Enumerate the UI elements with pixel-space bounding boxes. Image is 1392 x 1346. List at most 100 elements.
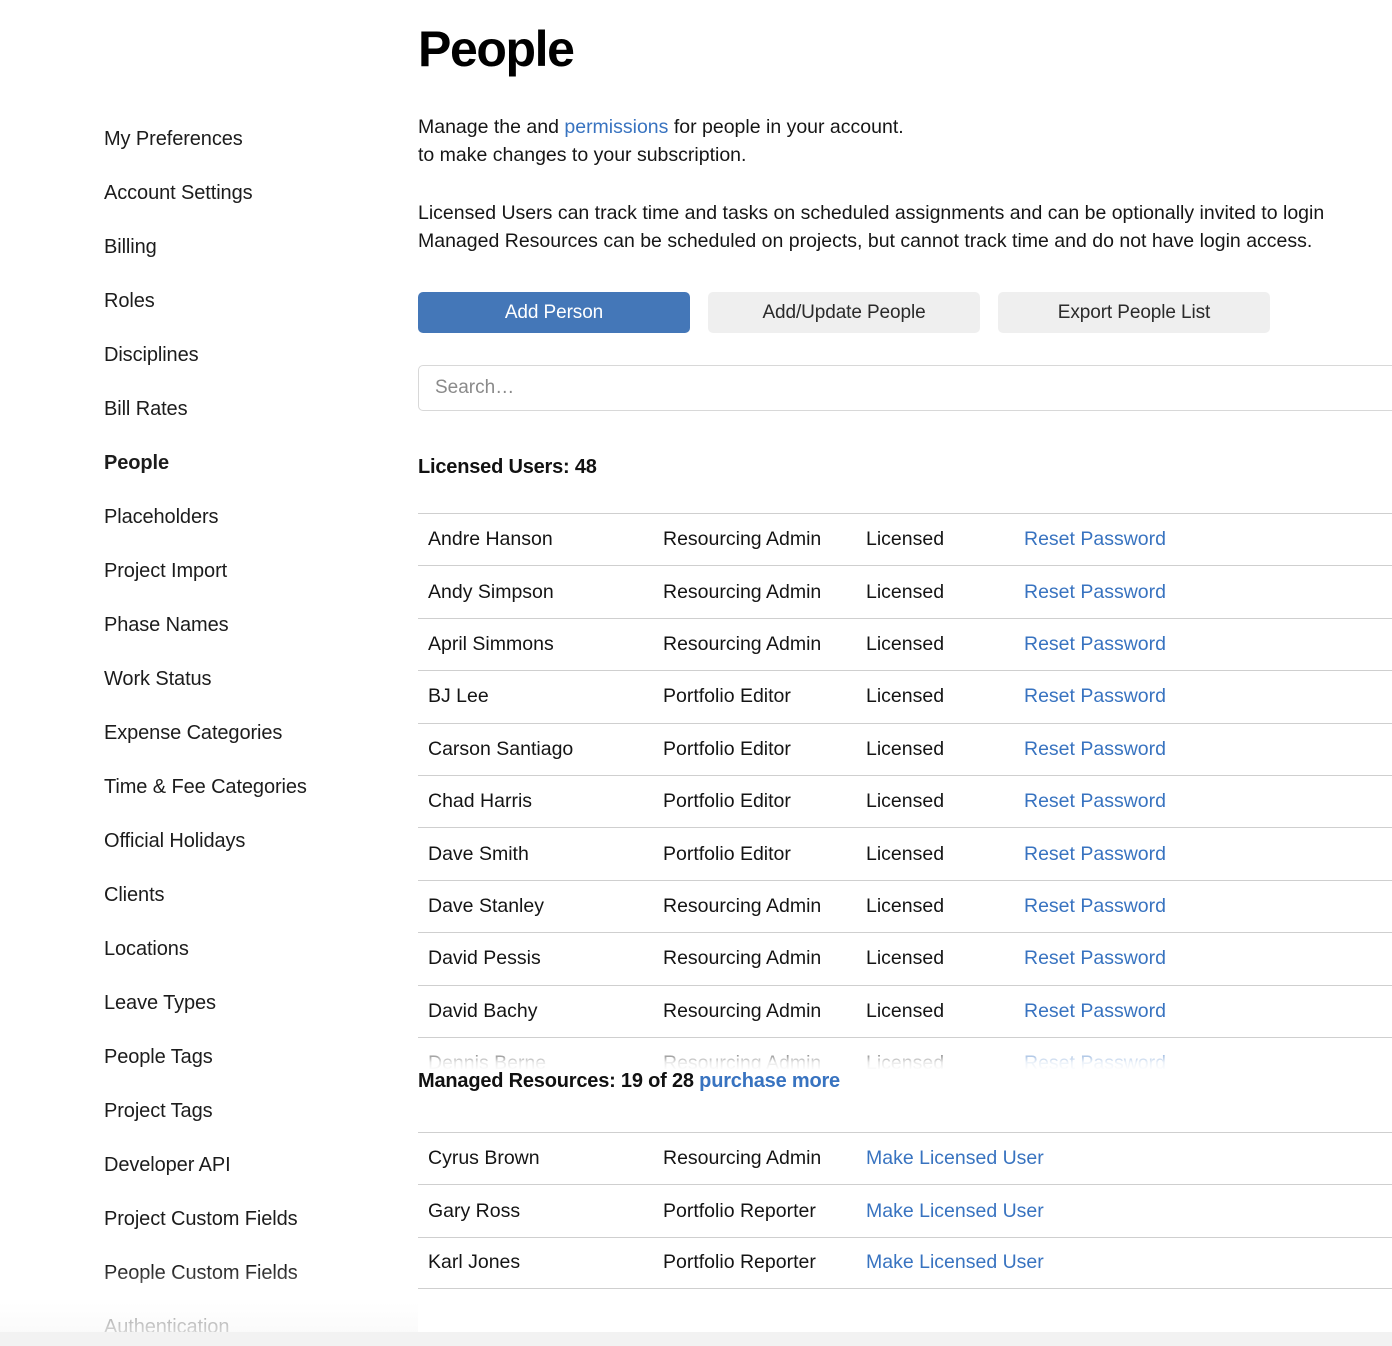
sidebar-item-phase-names[interactable]: Phase Names	[0, 598, 418, 652]
sidebar-item-label: Project Custom Fields	[104, 1208, 298, 1230]
sidebar-item-people-tags[interactable]: People Tags	[0, 1030, 418, 1084]
sidebar-item-clients[interactable]: Clients	[0, 868, 418, 922]
sidebar-item-project-custom-fields[interactable]: Project Custom Fields	[0, 1192, 418, 1246]
sidebar-item-label: Expense Categories	[104, 722, 282, 744]
sidebar-item-bill-rates[interactable]: Bill Rates	[0, 382, 418, 436]
sidebar-item-label: Time & Fee Categories	[104, 776, 307, 798]
make-licensed-user-link[interactable]: Make Licensed User	[866, 1200, 1044, 1222]
row-action-cell: Reset Password	[1024, 738, 1166, 761]
sidebar-item-official-holidays[interactable]: Official Holidays	[0, 814, 418, 868]
sidebar-item-label: Work Status	[104, 668, 211, 690]
reset-password-link[interactable]: Reset Password	[1024, 895, 1166, 917]
sidebar-nav-list: My Preferences Account Settings Billing Rol…	[0, 112, 418, 1346]
sidebar-item-disciplines[interactable]: Disciplines	[0, 328, 418, 382]
managed-resources-heading: Managed Resources: 19 of 28 purchase mor…	[418, 1070, 1392, 1093]
reset-password-link[interactable]: Reset Password	[1024, 633, 1166, 655]
person-name: Cyrus Brown	[428, 1147, 663, 1170]
licensed-users-table: Andre HansonResourcing AdminLicensedRese…	[418, 513, 1392, 1070]
person-name: Dennis Berne	[428, 1052, 663, 1070]
row-action-cell: Reset Password	[1024, 685, 1166, 708]
sidebar-item-project-import[interactable]: Project Import	[0, 544, 418, 598]
sidebar-item-billing[interactable]: Billing	[0, 220, 418, 274]
person-license-status: Licensed	[866, 633, 1024, 656]
managed-resources-row-list: Cyrus BrownResourcing AdminMake Licensed…	[418, 1132, 1392, 1289]
sidebar-item-my-preferences[interactable]: My Preferences	[0, 112, 418, 166]
table-row: Andy SimpsonResourcing AdminLicensedRese…	[418, 565, 1392, 617]
reset-password-link[interactable]: Reset Password	[1024, 843, 1166, 865]
reset-password-link[interactable]: Reset Password	[1024, 790, 1166, 812]
intro-line-4: Managed Resources can be scheduled on pr…	[418, 227, 1392, 255]
reset-password-link[interactable]: Reset Password	[1024, 581, 1166, 603]
permissions-link[interactable]: permissions	[564, 116, 668, 138]
person-name: BJ Lee	[428, 685, 663, 708]
person-role: Resourcing Admin	[663, 895, 866, 918]
sidebar-item-people-custom-fields[interactable]: People Custom Fields	[0, 1246, 418, 1300]
person-role: Portfolio Editor	[663, 790, 866, 813]
intro-paragraph-2: Licensed Users can track time and tasks …	[418, 199, 1392, 255]
sidebar-item-label: My Preferences	[104, 128, 243, 150]
managed-resources-heading-text: Managed Resources: 19 of 28	[418, 1070, 699, 1092]
person-license-status: Licensed	[866, 685, 1024, 708]
action-button-row: Add Person Add/Update People Export Peop…	[418, 292, 1392, 333]
sidebar-item-time-fee-categories[interactable]: Time & Fee Categories	[0, 760, 418, 814]
sidebar-item-locations[interactable]: Locations	[0, 922, 418, 976]
main-content: People Manage the and permissions for pe…	[418, 0, 1392, 1346]
reset-password-link[interactable]: Reset Password	[1024, 947, 1166, 969]
add-update-people-button[interactable]: Add/Update People	[708, 292, 980, 333]
row-action-cell: Reset Password	[1024, 790, 1166, 813]
export-people-list-button[interactable]: Export People List	[998, 292, 1270, 333]
reset-password-link[interactable]: Reset Password	[1024, 738, 1166, 760]
settings-sidebar: My Preferences Account Settings Billing Rol…	[0, 0, 418, 1346]
person-role: Portfolio Editor	[663, 738, 866, 761]
sidebar-item-account-settings[interactable]: Account Settings	[0, 166, 418, 220]
sidebar-item-label: Project Import	[104, 560, 227, 582]
make-licensed-user-link[interactable]: Make Licensed User	[866, 1147, 1044, 1169]
make-licensed-user-link[interactable]: Make Licensed User	[866, 1251, 1044, 1273]
sidebar-item-label: Account Settings	[104, 182, 253, 204]
row-action-cell: Reset Password	[1024, 528, 1166, 551]
person-name: Carson Santiago	[428, 738, 663, 761]
reset-password-link[interactable]: Reset Password	[1024, 1052, 1166, 1070]
reset-password-link[interactable]: Reset Password	[1024, 685, 1166, 707]
licensed-users-heading: Licensed Users: 48	[418, 456, 1392, 479]
intro-line-3: Licensed Users can track time and tasks …	[418, 199, 1392, 227]
page-title: People	[418, 0, 1392, 80]
table-row: Andre HansonResourcing AdminLicensedRese…	[418, 513, 1392, 565]
sidebar-item-placeholders[interactable]: Placeholders	[0, 490, 418, 544]
add-person-button[interactable]: Add Person	[418, 292, 690, 333]
table-row: Chad HarrisPortfolio EditorLicensedReset…	[418, 775, 1392, 827]
person-license-status: Licensed	[866, 1052, 1024, 1070]
sidebar-item-label: Placeholders	[104, 506, 218, 528]
sidebar-item-project-tags[interactable]: Project Tags	[0, 1084, 418, 1138]
reset-password-link[interactable]: Reset Password	[1024, 1000, 1166, 1022]
person-license-status: Licensed	[866, 895, 1024, 918]
sidebar-item-label: People Tags	[104, 1046, 213, 1068]
sidebar-item-work-status[interactable]: Work Status	[0, 652, 418, 706]
sidebar-item-label: Disciplines	[104, 344, 199, 366]
person-role: Resourcing Admin	[663, 528, 866, 551]
person-license-status: Licensed	[866, 843, 1024, 866]
people-settings-page: My Preferences Account Settings Billing Rol…	[0, 0, 1392, 1346]
sidebar-item-developer-api[interactable]: Developer API	[0, 1138, 418, 1192]
sidebar-item-label: Bill Rates	[104, 398, 187, 420]
person-license-status: Licensed	[866, 581, 1024, 604]
purchase-more-link[interactable]: purchase more	[699, 1070, 840, 1092]
table-row: David BachyResourcing AdminLicensedReset…	[418, 985, 1392, 1037]
intro-line-1: Manage the and permissions for people in…	[418, 113, 1392, 141]
person-license-status: Licensed	[866, 947, 1024, 970]
person-name: Andy Simpson	[428, 581, 663, 604]
row-action-cell: Reset Password	[1024, 843, 1166, 866]
person-role: Resourcing Admin	[663, 581, 866, 604]
row-action-cell: Reset Password	[1024, 1052, 1166, 1070]
row-action-cell: Reset Password	[1024, 633, 1166, 656]
person-role: Portfolio Reporter	[663, 1251, 866, 1274]
table-row: Gary RossPortfolio ReporterMake Licensed…	[418, 1184, 1392, 1236]
sidebar-item-label: Roles	[104, 290, 155, 312]
reset-password-link[interactable]: Reset Password	[1024, 528, 1166, 550]
sidebar-item-leave-types[interactable]: Leave Types	[0, 976, 418, 1030]
sidebar-item-expense-categories[interactable]: Expense Categories	[0, 706, 418, 760]
sidebar-item-people[interactable]: People	[0, 436, 418, 490]
sidebar-item-roles[interactable]: Roles	[0, 274, 418, 328]
search-input[interactable]	[418, 365, 1392, 411]
intro-line-1-text-a: Manage the and	[418, 116, 564, 138]
